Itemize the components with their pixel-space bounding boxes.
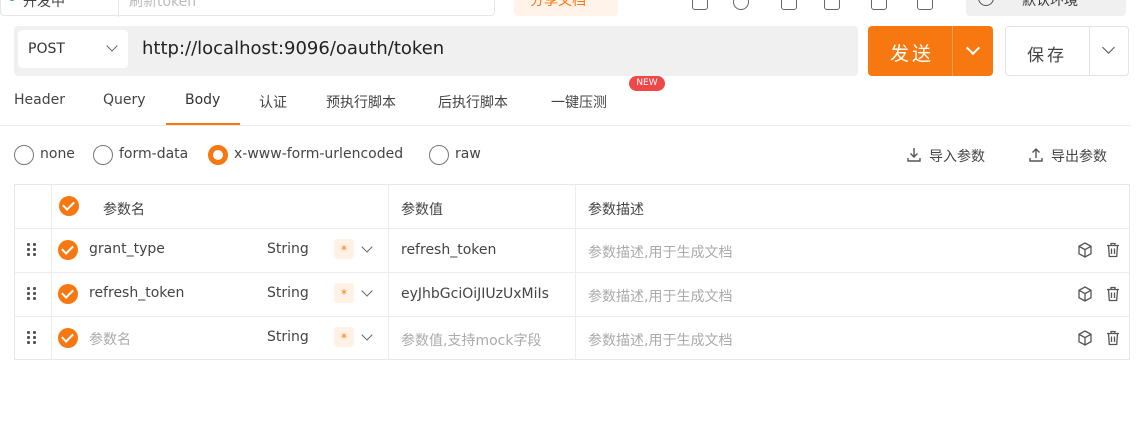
param-desc-field[interactable]: 参数描述,用于生成文档 <box>588 286 732 306</box>
row-checkbox[interactable] <box>58 240 78 260</box>
url-bar: POST <box>14 26 858 76</box>
request-tabs: Header Query Body 认证 预执行脚本 后执行脚本 一键压测 <box>0 80 1131 126</box>
param-value-field[interactable]: refresh_token <box>401 242 496 258</box>
param-value-field[interactable]: eyJhbGciOiJIUzUxMiIs <box>401 286 549 302</box>
param-value-field[interactable]: 参数值,支持mock字段 <box>401 330 541 350</box>
share-doc-button[interactable]: 分享文档 <box>514 0 618 16</box>
param-type-label: String <box>267 241 309 257</box>
send-button[interactable]: 发送 <box>868 26 993 76</box>
column-header-value: 参数值 <box>401 202 443 218</box>
top-toolbar: 开发中 刷新token 分享文档 默认环境 <box>0 0 1145 18</box>
row-checkbox[interactable] <box>58 328 78 348</box>
url-input[interactable] <box>142 38 842 59</box>
chevron-down-icon[interactable] <box>361 241 373 253</box>
chevron-down-icon[interactable] <box>1102 41 1115 54</box>
save-icon[interactable] <box>871 0 887 10</box>
params-table: 参数名 参数值 参数描述 grant_type String * refresh… <box>14 184 1130 360</box>
radio-none[interactable]: none <box>14 145 84 165</box>
required-toggle[interactable]: * <box>334 283 354 303</box>
cube-icon[interactable] <box>1076 329 1094 347</box>
active-tab-indicator <box>166 123 240 125</box>
param-desc-field[interactable]: 参数描述,用于生成文档 <box>588 242 732 262</box>
trash-icon[interactable] <box>1104 329 1122 347</box>
environment-name: 开发中 <box>23 0 65 10</box>
param-name-field[interactable]: 参数名 <box>89 329 131 349</box>
import-params-button[interactable]: 导入参数 <box>906 146 996 166</box>
chevron-down-icon[interactable] <box>361 329 373 341</box>
row-checkbox[interactable] <box>58 284 78 304</box>
import-icon <box>907 148 921 162</box>
export-icon <box>1029 148 1043 162</box>
radio-raw[interactable]: raw <box>429 145 489 165</box>
param-type-label: String <box>267 285 309 301</box>
file-icon[interactable] <box>781 0 797 10</box>
param-name-field[interactable]: refresh_token <box>89 285 184 301</box>
chevron-down-icon[interactable] <box>965 40 981 56</box>
trash-icon[interactable] <box>1104 285 1122 303</box>
tab-post-script[interactable]: 后执行脚本 <box>438 92 508 112</box>
minus-icon[interactable] <box>692 0 708 10</box>
copy-icon[interactable] <box>824 0 840 10</box>
clock-icon[interactable] <box>733 0 749 10</box>
environment-selector[interactable]: 开发中 刷新token <box>0 0 495 17</box>
cube-icon[interactable] <box>1076 285 1094 303</box>
chevron-down-icon[interactable] <box>361 285 373 297</box>
export-params-button[interactable]: 导出参数 <box>1028 146 1118 166</box>
param-type-label: String <box>267 329 309 345</box>
environment-dropdown[interactable]: 默认环境 <box>966 0 1126 16</box>
radio-form-data[interactable]: form-data <box>93 145 198 165</box>
new-badge: NEW <box>629 76 665 91</box>
tab-stress-test[interactable]: 一键压测 <box>551 92 607 112</box>
drag-handle-icon[interactable] <box>27 331 37 345</box>
cube-icon[interactable] <box>1076 241 1094 259</box>
tab-header[interactable]: Header <box>14 92 65 108</box>
column-header-desc: 参数描述 <box>588 202 644 218</box>
status-dot-icon <box>9 0 15 1</box>
chevron-down-icon <box>106 40 118 52</box>
radio-x-www-form-urlencoded[interactable]: x-www-form-urlencoded <box>208 145 418 165</box>
api-search-input[interactable]: 刷新token <box>129 0 196 11</box>
tab-body[interactable]: Body <box>185 92 220 108</box>
tab-auth[interactable]: 认证 <box>259 92 287 112</box>
tab-query[interactable]: Query <box>103 92 146 108</box>
trash-icon[interactable] <box>1104 241 1122 259</box>
required-toggle[interactable]: * <box>334 327 354 347</box>
required-toggle[interactable]: * <box>334 239 354 259</box>
image-icon[interactable] <box>917 0 933 10</box>
tab-pre-script[interactable]: 预执行脚本 <box>326 92 396 112</box>
param-name-field[interactable]: grant_type <box>89 241 165 257</box>
drag-handle-icon[interactable] <box>27 287 37 301</box>
settings-icon <box>978 0 994 6</box>
save-button[interactable]: 保存 <box>1005 26 1129 76</box>
param-desc-field[interactable]: 参数描述,用于生成文档 <box>588 330 732 350</box>
select-all-checkbox[interactable] <box>59 196 79 216</box>
column-header-name: 参数名 <box>103 202 145 218</box>
drag-handle-icon[interactable] <box>27 243 37 257</box>
method-select[interactable]: POST <box>18 30 128 68</box>
